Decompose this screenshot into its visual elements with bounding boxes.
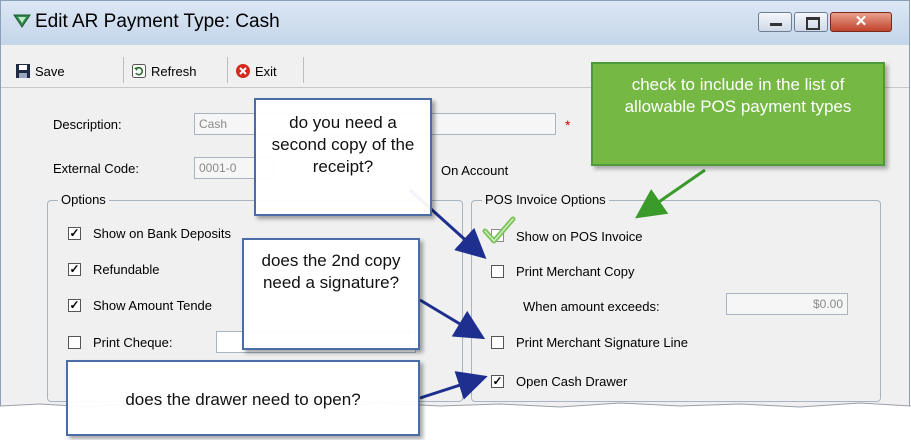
refresh-icon bbox=[132, 64, 146, 78]
print-merchant-signature-line-label: Print Merchant Signature Line bbox=[516, 335, 688, 350]
print-merchant-copy-checkbox[interactable] bbox=[491, 265, 504, 278]
show-on-bank-deposits-label: Show on Bank Deposits bbox=[93, 226, 232, 241]
callout-second-copy: do you need a second copy of the receipt… bbox=[254, 98, 432, 216]
print-cheque-label: Print Cheque: bbox=[93, 335, 173, 350]
print-cheque-checkbox[interactable] bbox=[68, 336, 81, 349]
when-amount-exceeds-label: When amount exceeds: bbox=[523, 299, 660, 314]
exit-button[interactable]: Exit bbox=[235, 61, 277, 81]
save-label: Save bbox=[35, 63, 65, 79]
show-on-bank-deposits-checkbox[interactable]: ✓ bbox=[68, 227, 81, 240]
window-title: Edit AR Payment Type: Cash bbox=[35, 11, 280, 32]
toolbar-separator bbox=[227, 57, 228, 83]
title-bar[interactable]: Edit AR Payment Type: Cash ✕ bbox=[1, 1, 909, 45]
refresh-label: Refresh bbox=[151, 63, 197, 79]
close-button[interactable]: ✕ bbox=[830, 12, 892, 32]
exit-label: Exit bbox=[255, 63, 277, 79]
print-merchant-copy-label: Print Merchant Copy bbox=[516, 264, 635, 279]
maximize-icon bbox=[806, 17, 820, 30]
options-group-title: Options bbox=[58, 192, 109, 207]
open-cash-drawer-label: Open Cash Drawer bbox=[516, 374, 628, 389]
minimize-button[interactable] bbox=[758, 12, 792, 32]
app-logo-icon bbox=[13, 14, 31, 28]
minimize-icon bbox=[770, 23, 782, 26]
print-merchant-signature-line-checkbox[interactable] bbox=[491, 336, 504, 349]
callout-signature: does the 2nd copy need a signature? bbox=[242, 238, 420, 350]
maximize-button[interactable] bbox=[794, 12, 828, 32]
callout-pos-include: check to include in the list of allowabl… bbox=[591, 62, 885, 166]
refundable-checkbox[interactable]: ✓ bbox=[68, 263, 81, 276]
description-label: Description: bbox=[53, 117, 122, 132]
save-button[interactable]: Save bbox=[15, 61, 65, 81]
open-cash-drawer-checkbox[interactable]: ✓ bbox=[491, 375, 504, 388]
toolbar-separator bbox=[123, 57, 124, 83]
amount-exceeds-field[interactable]: $0.00 bbox=[726, 293, 848, 315]
callout-drawer: does the drawer need to open? bbox=[66, 360, 420, 436]
save-icon bbox=[16, 64, 30, 78]
required-marker: * bbox=[565, 117, 571, 133]
pos-invoice-options-title: POS Invoice Options bbox=[482, 192, 609, 207]
refundable-label: Refundable bbox=[93, 262, 160, 277]
exit-icon bbox=[236, 64, 250, 78]
toolbar-separator bbox=[303, 57, 304, 83]
close-icon: ✕ bbox=[854, 13, 868, 30]
large-checkmark-icon bbox=[482, 216, 516, 244]
show-on-pos-invoice-label: Show on POS Invoice bbox=[516, 229, 643, 244]
show-amount-tendered-checkbox[interactable]: ✓ bbox=[68, 299, 81, 312]
on-account-label: On Account bbox=[441, 163, 509, 178]
external-code-label: External Code: bbox=[53, 161, 139, 176]
show-amount-tendered-label: Show Amount Tende bbox=[93, 298, 213, 313]
refresh-button[interactable]: Refresh bbox=[131, 61, 197, 81]
